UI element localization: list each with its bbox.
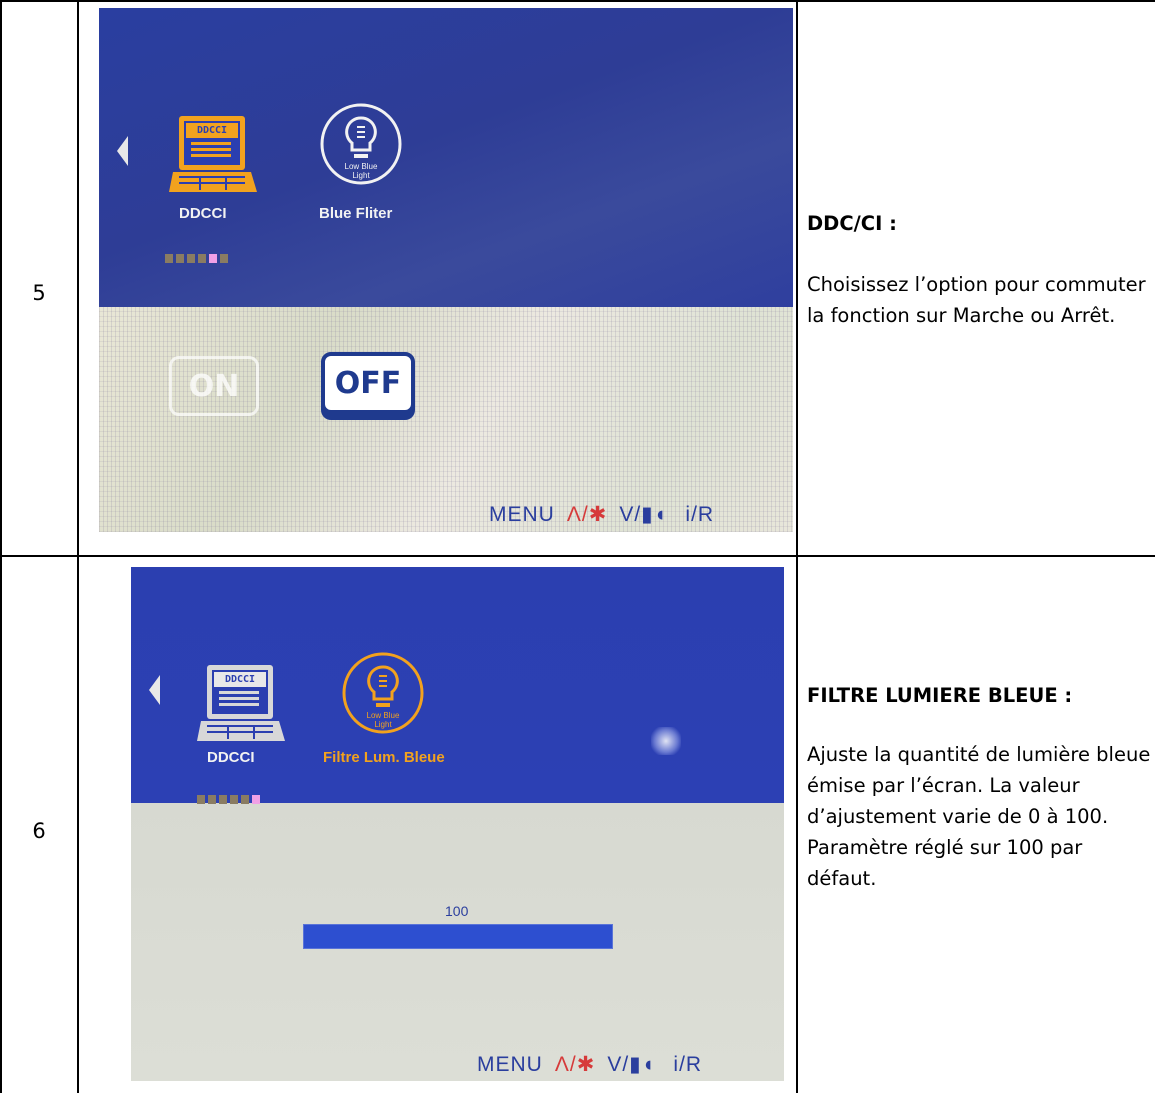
info-key-label: i/R: [673, 1053, 703, 1076]
blue-filter-label: Blue Fliter: [319, 205, 393, 222]
ddcci-label: DDCCI: [179, 205, 227, 222]
page-dot: [165, 254, 173, 263]
page-dot-active: [209, 254, 217, 263]
slider-value: 100: [445, 903, 469, 919]
table-column-divider-1: [77, 0, 79, 1093]
page-indicator: [197, 795, 260, 804]
page-indicator: [165, 254, 228, 263]
table-row-divider: [0, 555, 1155, 557]
reflection-glare: [651, 727, 681, 755]
off-option[interactable]: OFF: [321, 352, 415, 414]
blue-filter-label: Filtre Lum. Bleue: [323, 749, 445, 766]
ddcci-badge: DDCCI: [224, 674, 256, 685]
page-dot: [230, 795, 238, 804]
osd-content-area: [99, 306, 793, 532]
table-border-top: [0, 0, 1155, 2]
down-key-label: V/▮◖: [619, 503, 668, 526]
table-column-divider-2: [796, 0, 798, 1093]
osd-screenshot-ddcci: DDCCI DDCCI Low Blue Light Blue Fliter O…: [99, 8, 793, 532]
section-body: Ajuste la quantité de lumière bleue émis…: [807, 743, 1151, 890]
table-border-left: [0, 0, 2, 1093]
osd-screenshot-blue-filter: DDCCI DDCCI Low Blue Light Filtre Lum. B…: [131, 567, 784, 1081]
ddcci-icon: DDCCI: [169, 114, 257, 199]
low-blue-light-caption: Low Blue Light: [366, 711, 400, 729]
page-dot: [198, 254, 206, 263]
page-dot: [219, 795, 227, 804]
left-arrow-icon: [117, 136, 128, 166]
page-dot: [208, 795, 216, 804]
row-number: 6: [32, 819, 46, 843]
ddcci-badge: DDCCI: [196, 125, 228, 136]
left-arrow-icon: [149, 675, 160, 705]
up-key-label: Λ/✱: [566, 503, 608, 526]
row-description: FILTRE LUMIERE BLEUE : Ajuste la quantit…: [807, 680, 1152, 894]
section-body: Choisissez l’option pour commuter la fon…: [807, 273, 1146, 327]
page-dot: [241, 795, 249, 804]
osd-key-legend: MENU Λ/✱ V/▮◖ i/R: [489, 502, 714, 527]
section-heading: DDC/CI :: [807, 212, 897, 235]
page-dot: [197, 795, 205, 804]
slider-fill: [303, 924, 613, 949]
on-option[interactable]: ON: [169, 356, 259, 416]
low-blue-light-icon: Low Blue Light: [319, 102, 403, 191]
ddcci-label: DDCCI: [207, 749, 255, 766]
menu-key-label: MENU: [477, 1053, 543, 1076]
info-key-label: i/R: [685, 503, 715, 526]
row-number: 5: [32, 281, 46, 305]
osd-key-legend: MENU Λ/✱ V/▮◖ i/R: [477, 1052, 702, 1077]
up-key-label: Λ/✱: [554, 1053, 596, 1076]
low-blue-light-caption: Low Blue Light: [344, 162, 378, 180]
page-dot: [187, 254, 195, 263]
page-dot-active: [252, 795, 260, 804]
section-heading: FILTRE LUMIERE BLEUE :: [807, 684, 1073, 707]
page-dot: [220, 254, 228, 263]
down-key-label: V/▮◖: [607, 1053, 656, 1076]
menu-key-label: MENU: [489, 503, 555, 526]
page-dot: [176, 254, 184, 263]
slider-track[interactable]: [303, 924, 613, 949]
ddcci-icon: DDCCI: [197, 663, 285, 748]
row-description: DDC/CI : Choisissez l’option pour commut…: [807, 208, 1152, 331]
low-blue-light-icon: Low Blue Light: [341, 651, 425, 740]
